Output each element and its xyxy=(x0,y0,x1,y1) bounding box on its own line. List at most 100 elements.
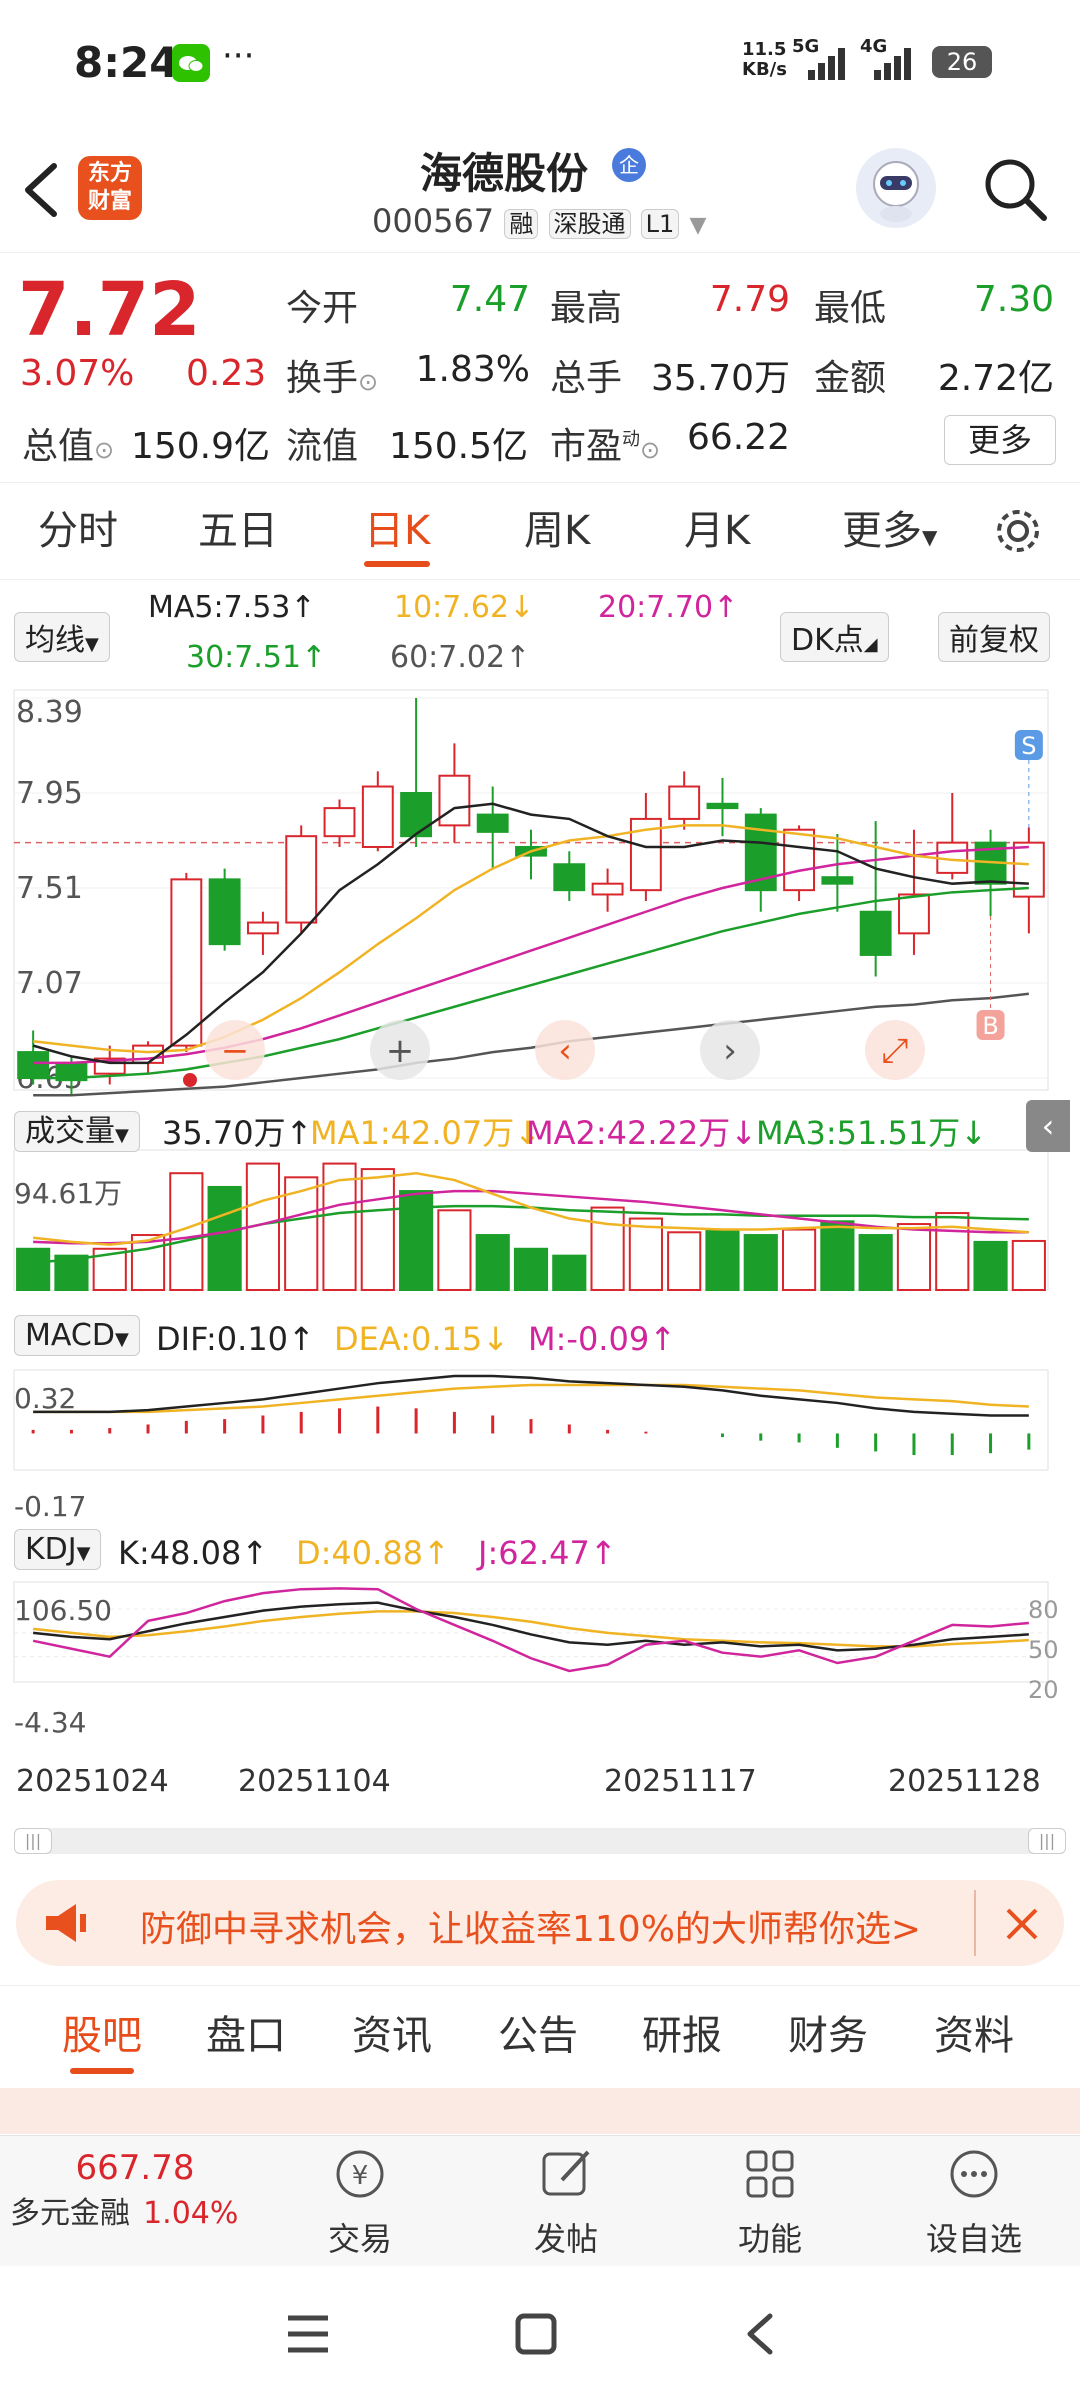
robot-avatar-icon[interactable] xyxy=(856,148,936,228)
dk-point-selector[interactable]: DK点◢ xyxy=(780,612,889,662)
tab-news[interactable]: 资讯 xyxy=(352,1986,432,2086)
ma20-value: 20:7.70↑ xyxy=(598,590,739,625)
tab-intraday[interactable]: 分时 xyxy=(38,483,118,579)
functions-button[interactable]: 功能 xyxy=(700,2146,840,2260)
macd-m: M:-0.09↑ xyxy=(528,1320,676,1358)
vol-ma1: MA1:42.07万↓ xyxy=(310,1114,542,1152)
sector-index[interactable]: 667.78 多元金融 1.04% xyxy=(10,2148,260,2232)
app-logo[interactable]: 东方 财富 xyxy=(78,156,142,220)
settings-gear-icon[interactable] xyxy=(992,505,1044,557)
tab-research[interactable]: 研报 xyxy=(642,1986,722,2086)
tab-financials[interactable]: 财务 xyxy=(788,1986,868,2086)
home-icon[interactable] xyxy=(514,2312,558,2356)
float-label: 流值 xyxy=(286,426,359,467)
high-label: 最高 xyxy=(550,288,623,329)
volume-bar xyxy=(475,1234,510,1292)
kdj-j-line xyxy=(32,1587,1029,1673)
battery-icon: 26 xyxy=(932,46,992,78)
yen-exchange-icon: ¥ xyxy=(336,2150,384,2198)
volume-bar xyxy=(360,1168,395,1291)
functions-label: 功能 xyxy=(737,2220,802,2258)
kdj-selector[interactable]: KDJ▼ xyxy=(14,1529,102,1570)
volume-bar xyxy=(513,1247,549,1291)
post-button[interactable]: 发帖 xyxy=(496,2146,636,2260)
tab-weekly-k[interactable]: 周K xyxy=(524,483,590,579)
svg-text:¥: ¥ xyxy=(352,2161,369,2191)
promo-banner[interactable]: 防御中寻求机会，让收益率110%的大师帮你选> xyxy=(16,1880,1064,1966)
more-dots-icon: ··· xyxy=(222,36,255,76)
tab-forum[interactable]: 股吧 xyxy=(62,1986,142,2086)
info-icon[interactable]: ⊙ xyxy=(358,368,378,396)
vol-ma3: MA3:51.51万↓ xyxy=(756,1114,988,1152)
volume-bar xyxy=(858,1234,893,1292)
grid-functions-icon xyxy=(746,2150,794,2198)
scroll-handle-right[interactable]: ||| xyxy=(1028,1828,1066,1854)
kdj-d-line xyxy=(33,1610,1029,1648)
sector-index-value: 667.78 xyxy=(75,2148,195,2188)
zoom-out-button-icon: − xyxy=(221,1031,250,1071)
kdj-level-20: 20 xyxy=(1028,1676,1059,1704)
volume-value: 35.70万 xyxy=(650,358,790,399)
volume-bar xyxy=(973,1240,1008,1292)
macd-axis-min: -0.17 xyxy=(14,1490,87,1523)
feed-preview-strip xyxy=(0,2088,1080,2134)
macd-axis-max: 0.32 xyxy=(14,1382,77,1415)
tab-daily-k[interactable]: 日K xyxy=(364,483,431,579)
post-label: 发帖 xyxy=(533,2220,598,2258)
tab-profile[interactable]: 资料 xyxy=(934,1986,1014,2086)
open-label: 今开 xyxy=(286,288,359,329)
volume-bar xyxy=(935,1212,970,1292)
menu-icon[interactable] xyxy=(286,2314,330,2354)
ma30-value: 30:7.51↑ xyxy=(186,640,327,675)
margin-tag: 融 xyxy=(504,209,539,239)
candle-body xyxy=(208,878,241,946)
nav-back-icon[interactable] xyxy=(740,2312,780,2356)
amount-label: 金额 xyxy=(814,358,887,399)
status-time: 8:24 xyxy=(74,38,179,87)
divider xyxy=(974,1890,976,1956)
more-button[interactable]: 更多 xyxy=(944,415,1056,465)
kdj-d: D:40.88↑ xyxy=(296,1534,450,1572)
kdj-j: J:62.47↑ xyxy=(478,1534,617,1572)
info-icon[interactable]: ⊙ xyxy=(94,436,114,464)
candle-body xyxy=(400,792,433,838)
kdj-level-50: 50 xyxy=(1028,1636,1059,1664)
mktcap-value: 150.9亿 xyxy=(130,426,270,467)
trade-button[interactable]: ¥ 交易 xyxy=(290,2146,430,2260)
search-icon[interactable] xyxy=(980,154,1050,224)
candle-body xyxy=(438,774,471,827)
vol-ma2: MA2:42.22万↓ xyxy=(526,1114,758,1152)
adjust-selector[interactable]: 前复权 xyxy=(938,612,1050,662)
tab-orderbook[interactable]: 盘口 xyxy=(206,1986,286,2086)
buy-marker-label: B xyxy=(982,1012,998,1040)
info-icon[interactable]: ⊙ xyxy=(640,436,660,464)
tab-monthly-k[interactable]: 月K xyxy=(684,483,750,579)
dropdown-icon[interactable]: ▼ xyxy=(689,213,706,238)
collapse-arrow-icon[interactable]: ‹ xyxy=(1026,1100,1070,1152)
add-watchlist-button[interactable]: 设自选 xyxy=(904,2146,1044,2260)
volume-bar xyxy=(437,1209,472,1291)
signal-4g-icon xyxy=(874,48,911,80)
macd-selector[interactable]: MACD▼ xyxy=(14,1315,140,1356)
volume-bar xyxy=(16,1247,51,1291)
low-value: 7.30 xyxy=(973,279,1054,320)
volume-selector[interactable]: 成交量▼ xyxy=(14,1106,140,1152)
close-icon[interactable] xyxy=(1004,1906,1040,1942)
date-label-2: 20251104 xyxy=(238,1764,391,1799)
candle-body xyxy=(668,785,701,820)
tab-5day[interactable]: 五日 xyxy=(198,483,278,579)
volume-value: 35.70万↑ xyxy=(162,1114,313,1152)
tab-announcements[interactable]: 公告 xyxy=(498,1986,578,2086)
ma-selector[interactable]: 均线▼ xyxy=(14,612,110,662)
price-tick-label: 8.39 xyxy=(16,695,83,730)
ma60-value: 60:7.02↑ xyxy=(390,640,531,675)
scroll-handle-left[interactable]: ||| xyxy=(14,1828,52,1854)
tab-more[interactable]: 更多▼ xyxy=(842,483,937,579)
chart-scrollbar[interactable]: ||| ||| xyxy=(14,1828,1066,1854)
kdj-axis-min: -4.34 xyxy=(14,1706,87,1739)
kline-chart[interactable]: 8.397.957.517.076.63BS− + ‹ › ⤢ xyxy=(0,680,1080,1820)
level-tag: L1 xyxy=(640,209,680,239)
volume-bar xyxy=(705,1229,740,1292)
back-icon[interactable] xyxy=(20,160,60,220)
candle-body xyxy=(591,882,624,896)
